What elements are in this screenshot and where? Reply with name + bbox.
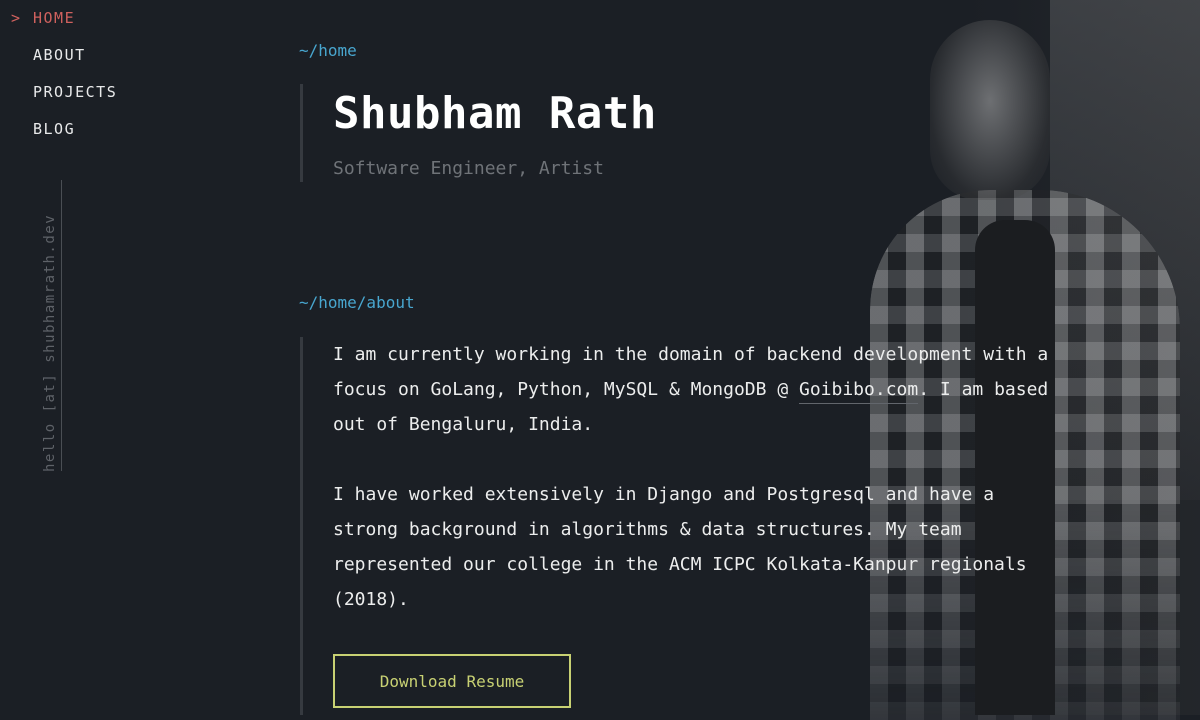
nav-item-label: PROJECTS <box>33 83 118 101</box>
nav-item-label: ABOUT <box>33 46 86 64</box>
nav-item-blog[interactable]: BLOG <box>0 117 140 154</box>
about-paragraph-2: I have worked extensively in Django and … <box>333 484 1027 610</box>
home-path: ~/home <box>299 41 357 60</box>
sidebar-nav: > HOME ABOUT PROJECTS BLOG <box>0 6 140 154</box>
goibibo-link[interactable]: Goibibo.com <box>799 379 919 404</box>
nav-item-label: HOME <box>33 9 76 27</box>
page-title: Shubham Rath <box>333 88 657 139</box>
download-resume-button[interactable]: Download Resume <box>333 654 571 708</box>
sidebar-divider <box>61 180 62 471</box>
nav-item-projects[interactable]: PROJECTS <box>0 80 140 117</box>
nav-item-home[interactable]: > HOME <box>0 6 140 43</box>
page-subtitle: Software Engineer, Artist <box>333 158 604 179</box>
nav-item-label: BLOG <box>33 120 76 138</box>
about-path: ~/home/about <box>299 293 415 312</box>
active-caret-icon: > <box>11 9 22 27</box>
about-section-bar <box>300 337 303 715</box>
about-paragraph-1: I am currently working in the domain of … <box>333 344 1049 435</box>
home-section-bar <box>300 84 303 182</box>
sidebar-email[interactable]: hello [at] shubhamrath.dev <box>42 180 58 472</box>
about-text: I am currently working in the domain of … <box>333 337 1053 652</box>
nav-item-about[interactable]: ABOUT <box>0 43 140 80</box>
